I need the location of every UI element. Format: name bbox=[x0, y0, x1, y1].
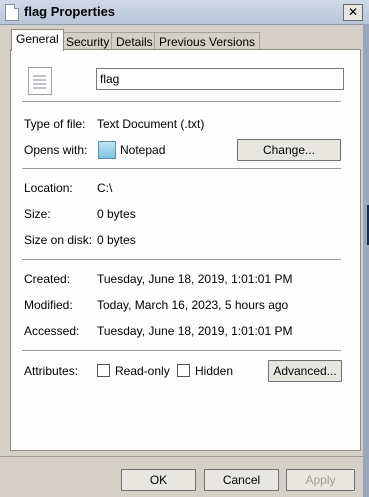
location-label: Location: bbox=[24, 181, 73, 195]
read-only-label[interactable]: Read-only bbox=[115, 364, 170, 378]
separator bbox=[22, 259, 341, 261]
size-label: Size: bbox=[24, 207, 51, 221]
apply-button[interactable]: Apply bbox=[286, 469, 355, 491]
size-on-disk-value: 0 bytes bbox=[97, 233, 136, 247]
attributes-label: Attributes: bbox=[24, 364, 79, 378]
hidden-label[interactable]: Hidden bbox=[195, 364, 233, 378]
filename-input[interactable] bbox=[96, 68, 344, 90]
notepad-icon bbox=[98, 141, 116, 159]
accessed-label: Accessed: bbox=[24, 324, 80, 338]
created-label: Created: bbox=[24, 272, 71, 286]
created-value: Tuesday, June 18, 2019, 1:01:01 PM bbox=[97, 272, 293, 286]
modified-label: Modified: bbox=[24, 298, 73, 312]
change-button[interactable]: Change... bbox=[237, 139, 341, 161]
window-title: flag Properties bbox=[24, 4, 116, 19]
modified-value: Today, March 16, 2023, 5 hours ago bbox=[97, 298, 289, 312]
separator bbox=[22, 168, 341, 170]
ok-button[interactable]: OK bbox=[121, 469, 196, 491]
general-tab-panel bbox=[10, 49, 361, 451]
footer-divider bbox=[0, 456, 363, 457]
window-edge bbox=[363, 24, 369, 497]
opens-with-value: Notepad bbox=[120, 143, 166, 157]
advanced-button[interactable]: Advanced... bbox=[268, 360, 342, 382]
opens-with-label: Opens with: bbox=[24, 143, 88, 157]
location-value: C:\ bbox=[97, 181, 113, 195]
cancel-button[interactable]: Cancel bbox=[204, 469, 279, 491]
tab-general[interactable]: General bbox=[11, 29, 64, 51]
text-file-icon bbox=[5, 4, 19, 21]
close-button[interactable]: ✕ bbox=[343, 4, 363, 21]
separator bbox=[22, 350, 341, 352]
size-on-disk-label: Size on disk: bbox=[24, 233, 93, 247]
text-document-icon bbox=[28, 67, 52, 95]
separator bbox=[22, 101, 341, 103]
hidden-checkbox[interactable] bbox=[177, 364, 190, 377]
accessed-value: Tuesday, June 18, 2019, 1:01:01 PM bbox=[97, 324, 293, 338]
type-of-file-label: Type of file: bbox=[24, 117, 86, 131]
type-of-file-value: Text Document (.txt) bbox=[97, 117, 205, 131]
read-only-checkbox[interactable] bbox=[97, 364, 110, 377]
size-value: 0 bytes bbox=[97, 207, 136, 221]
